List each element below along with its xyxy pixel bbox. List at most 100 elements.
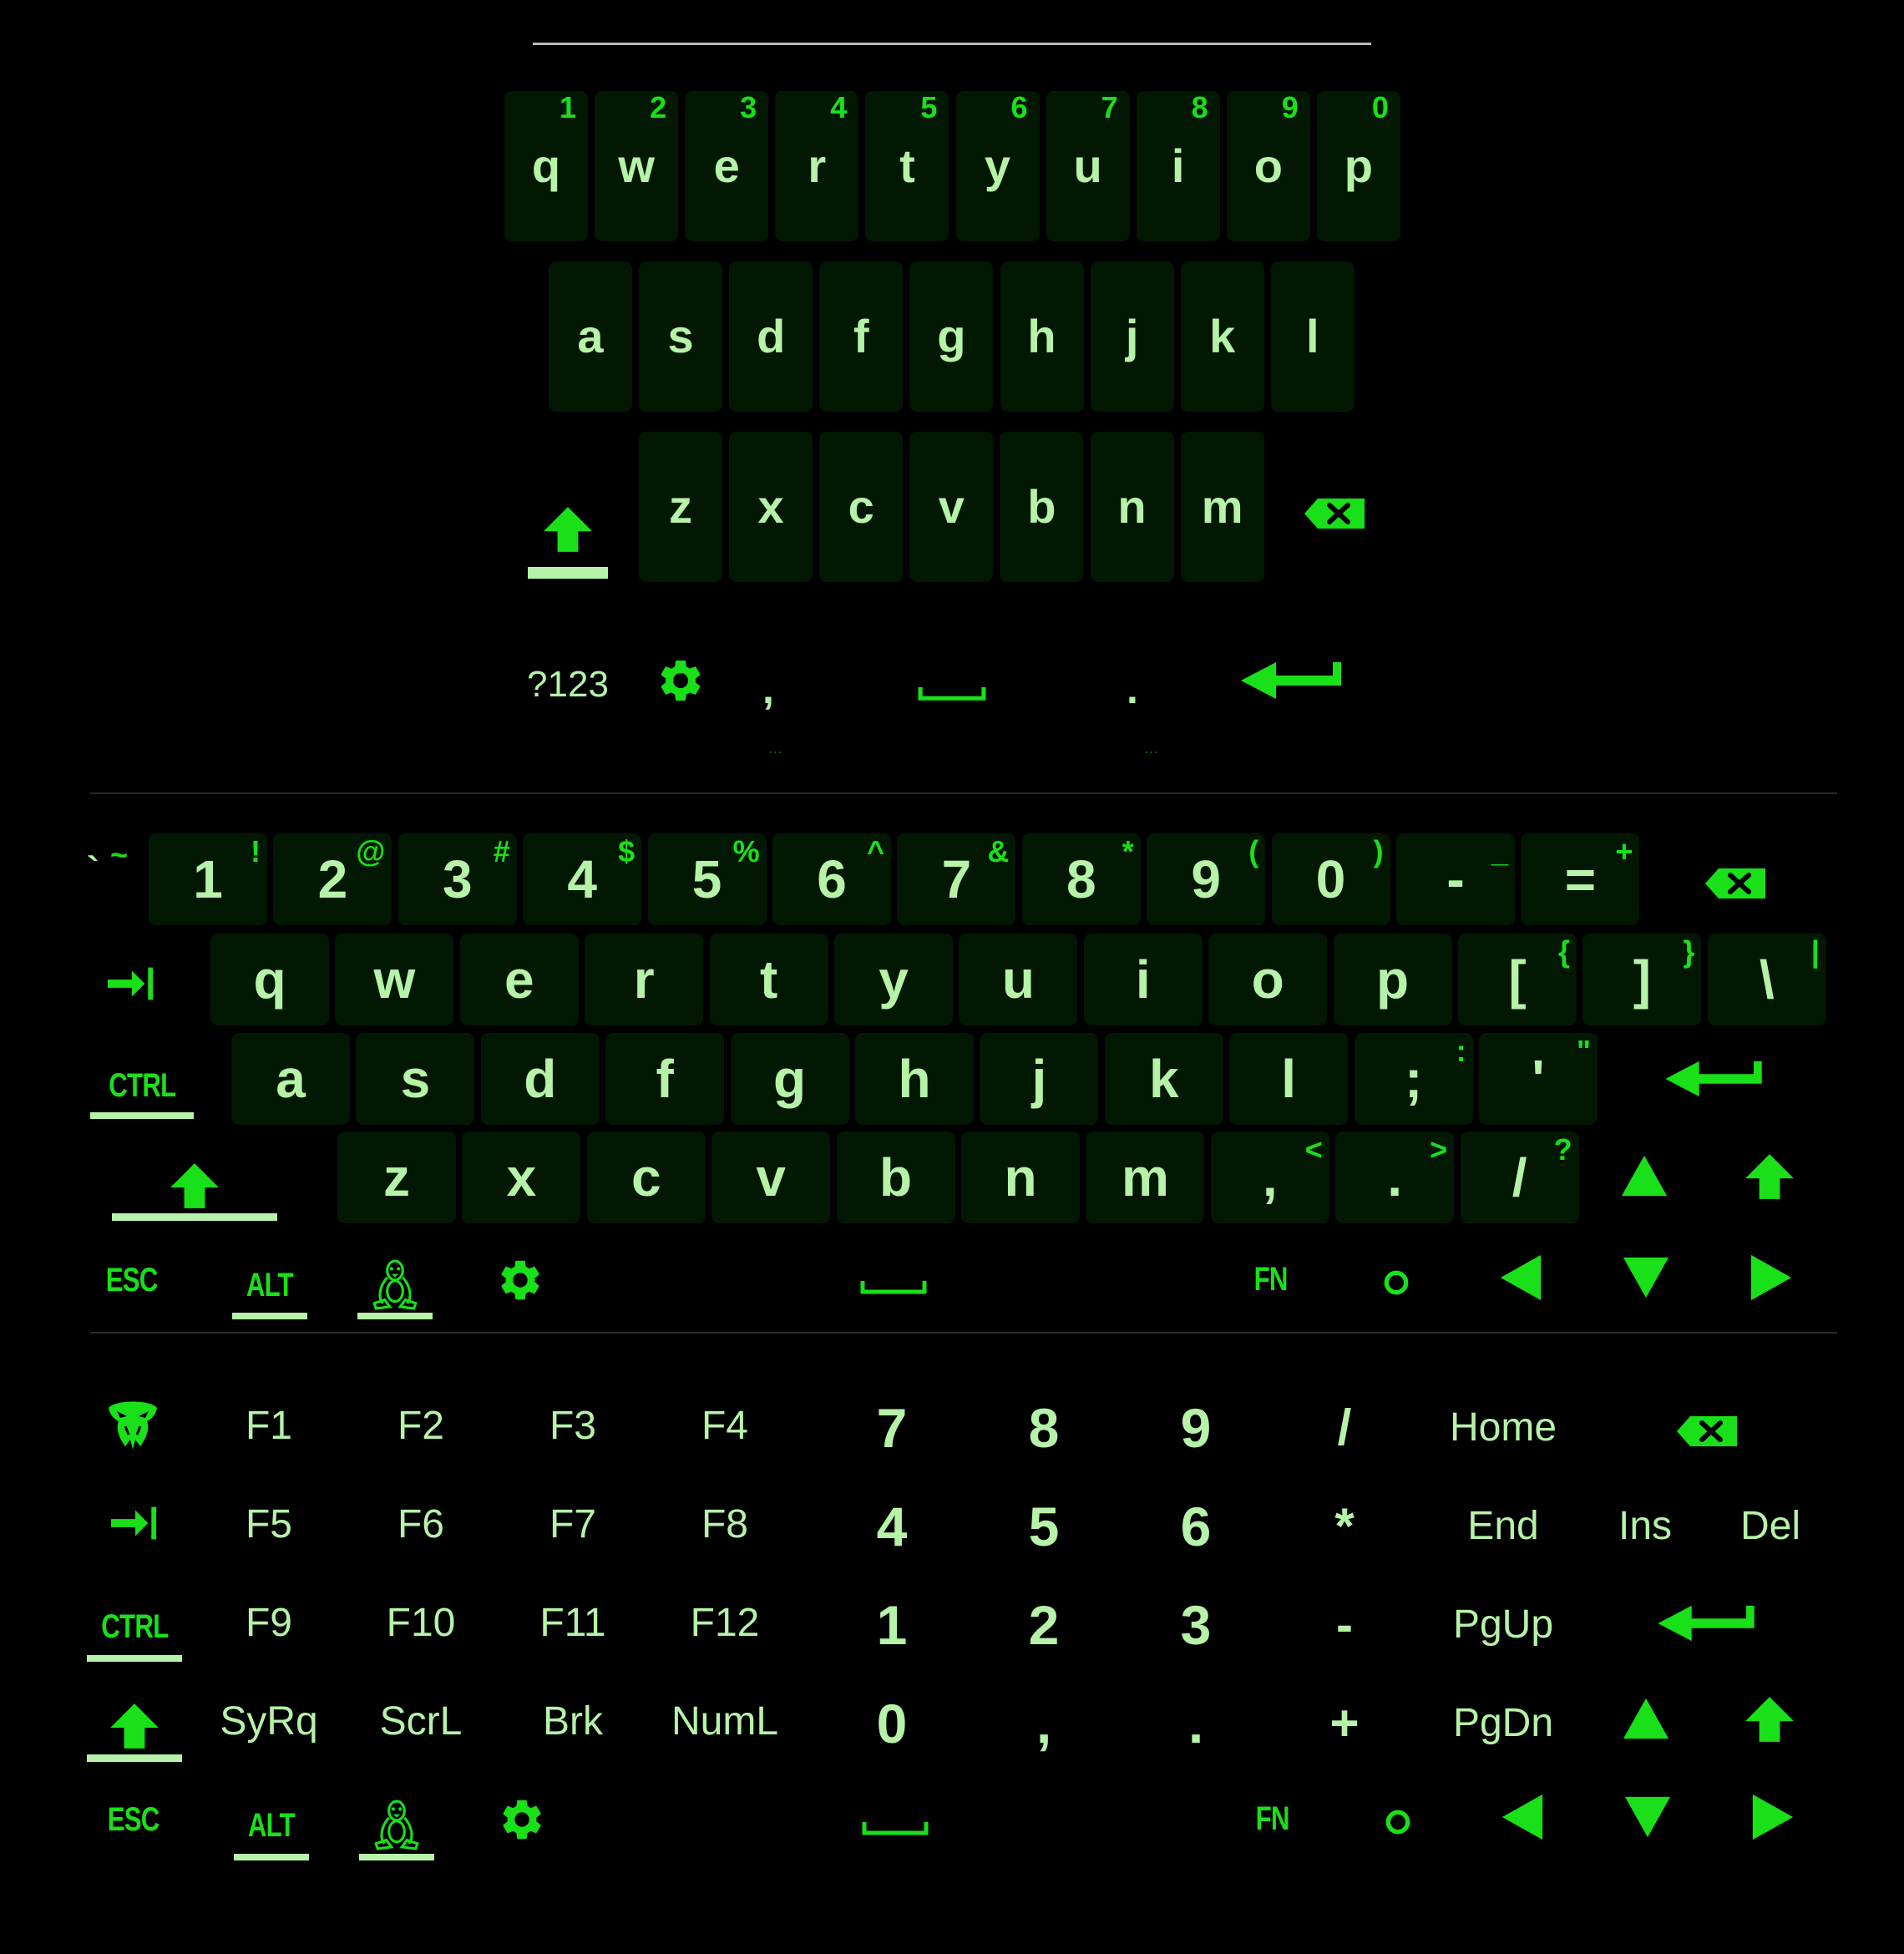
full-key-a-1[interactable]: s — [356, 1033, 475, 1125]
full-enter-key[interactable] — [1662, 1054, 1765, 1104]
numpad-key-3-2[interactable]: . — [1154, 1688, 1238, 1759]
key-num-4[interactable]: 5% — [647, 833, 767, 925]
key-n[interactable]: n — [1090, 432, 1174, 582]
fn-key-1-0[interactable]: F5 — [209, 1491, 329, 1558]
fn-key-3-3[interactable]: NumL — [665, 1688, 785, 1755]
key-f[interactable]: f — [819, 261, 904, 412]
numpad-key-0-2[interactable]: 9 — [1154, 1393, 1238, 1463]
key-t[interactable]: t5 — [865, 91, 949, 241]
full-key-q-9[interactable]: p — [1333, 934, 1452, 1025]
full-key-q-1[interactable]: w — [335, 934, 454, 1025]
key-num-3[interactable]: 4 $ — [523, 833, 642, 925]
numpad-key-2-1[interactable]: 2 — [1002, 1590, 1086, 1660]
key-j[interactable]: j — [1090, 261, 1174, 412]
np-esc-key[interactable]: ESC — [92, 1790, 175, 1849]
key-a[interactable]: a — [549, 261, 632, 412]
key-h[interactable]: h — [1000, 261, 1084, 412]
full-settings-key[interactable] — [493, 1254, 548, 1306]
key-y[interactable]: y6 — [955, 91, 1040, 241]
key-v[interactable]: v — [909, 432, 994, 582]
key-d[interactable]: d — [729, 261, 813, 412]
fn-key-1-3[interactable]: F8 — [665, 1491, 785, 1558]
fn-key-0-2[interactable]: F3 — [513, 1393, 633, 1460]
full-esc-key[interactable]: ESC — [90, 1251, 174, 1309]
numpad-key-1-0[interactable]: 4 — [850, 1491, 934, 1562]
key-num-8[interactable]: 9( — [1147, 833, 1266, 925]
full-key-q-6[interactable]: u — [959, 934, 1078, 1025]
enter-key[interactable] — [1233, 651, 1350, 710]
key-num-11[interactable]: = + — [1521, 833, 1640, 925]
key-num-10[interactable]: - _ — [1396, 833, 1515, 925]
numpad-key-3-0[interactable]: 0 — [850, 1688, 934, 1759]
full-key-z-5[interactable]: n — [961, 1131, 1080, 1223]
key-u[interactable]: u7 — [1046, 91, 1130, 241]
fn-key-2-2[interactable]: F11 — [513, 1590, 633, 1657]
comma-key[interactable]: ,... — [735, 660, 802, 757]
full-tab-key[interactable] — [100, 959, 160, 1009]
numpad-op-0[interactable]: / — [1303, 1393, 1386, 1463]
numpad-key-0-0[interactable]: 7 — [850, 1393, 934, 1463]
key-num-6[interactable]: 7 & — [897, 833, 1016, 925]
key-num-7[interactable]: 8 * — [1021, 833, 1141, 925]
full-key-a-9[interactable]: ;: — [1354, 1033, 1473, 1125]
nav-key-2[interactable]: PgUp — [1428, 1590, 1578, 1660]
full-key-z-6[interactable]: m — [1086, 1131, 1205, 1223]
key-num-9[interactable]: 0) — [1271, 833, 1390, 925]
full-key-z-3[interactable]: v — [711, 1131, 831, 1223]
key-num-5[interactable]: 6 ^ — [772, 833, 891, 925]
np-settings-key[interactable] — [494, 1794, 549, 1845]
key-q[interactable]: q1 — [504, 91, 588, 241]
numpad-key-2-2[interactable]: 3 — [1154, 1590, 1238, 1660]
key-b[interactable]: b — [1000, 432, 1084, 582]
full-left-key[interactable] — [1495, 1253, 1547, 1303]
full-circle-key[interactable] — [1378, 1264, 1415, 1301]
fn-key-1-1[interactable]: F6 — [361, 1491, 481, 1558]
nav-key-3[interactable]: PgDn — [1428, 1688, 1578, 1759]
key-p[interactable]: p0 — [1316, 91, 1400, 241]
fn-key-3-2[interactable]: Brk — [513, 1688, 633, 1755]
full-space-key[interactable] — [818, 1266, 969, 1308]
full-alt-key[interactable]: ALT — [232, 1251, 307, 1319]
full-up-arrow-key[interactable] — [1617, 1151, 1672, 1201]
key-z[interactable]: z — [639, 432, 722, 582]
full-key-z-1[interactable]: x — [462, 1131, 581, 1223]
backtick-key[interactable]: ` ~ — [84, 835, 142, 927]
np-circle-key[interactable] — [1380, 1804, 1416, 1840]
numpad-key-2-0[interactable]: 1 — [850, 1590, 934, 1660]
settings-key[interactable] — [643, 651, 718, 710]
np-alt-key[interactable]: ALT — [234, 1790, 309, 1860]
shift-key[interactable] — [526, 480, 610, 579]
full-key-z-4[interactable]: b — [836, 1131, 955, 1223]
full-key-z-8[interactable]: . > — [1335, 1131, 1455, 1223]
np-backspace-key[interactable] — [1674, 1408, 1740, 1455]
fn-key-0-0[interactable]: F1 — [209, 1393, 329, 1460]
np-right-key[interactable] — [1747, 1792, 1799, 1842]
key-e[interactable]: e3 — [685, 91, 769, 241]
numpad-op-3[interactable]: + — [1303, 1688, 1386, 1759]
key-g[interactable]: g — [909, 261, 994, 412]
key-num-2[interactable]: 3 # — [398, 833, 517, 925]
full-key-a-7[interactable]: k — [1104, 1033, 1223, 1125]
np-ctrl-key[interactable]: CTRL — [87, 1592, 182, 1662]
full-key-q-7[interactable]: i — [1083, 934, 1203, 1025]
key-s[interactable]: s — [639, 261, 723, 412]
full-key-a-10[interactable]: ' " — [1479, 1033, 1598, 1125]
full-backspace-key[interactable] — [1704, 858, 1767, 909]
key-num-1[interactable]: 2 @ — [273, 833, 392, 925]
np-tab-key[interactable] — [107, 1500, 160, 1546]
full-key-z-2[interactable]: c — [586, 1131, 706, 1223]
full-key-q-2[interactable]: e — [459, 934, 579, 1025]
key-o[interactable]: o9 — [1226, 91, 1310, 241]
np-up-arrow-key[interactable] — [1620, 1693, 1672, 1744]
ins-key[interactable]: Ins — [1603, 1491, 1687, 1562]
numpad-key-1-2[interactable]: 6 — [1154, 1491, 1238, 1562]
full-key-a-2[interactable]: d — [480, 1033, 600, 1125]
full-key-a-8[interactable]: l — [1229, 1033, 1349, 1125]
np-left-key[interactable] — [1496, 1792, 1548, 1842]
fn-key-2-0[interactable]: F9 — [209, 1590, 329, 1657]
key-l[interactable]: l — [1270, 261, 1355, 412]
fn-key-2-3[interactable]: F12 — [665, 1590, 785, 1657]
full-key-z-0[interactable]: z — [337, 1131, 456, 1223]
fn-key-3-1[interactable]: ScrL — [361, 1688, 481, 1755]
full-key-a-3[interactable]: f — [605, 1033, 725, 1125]
